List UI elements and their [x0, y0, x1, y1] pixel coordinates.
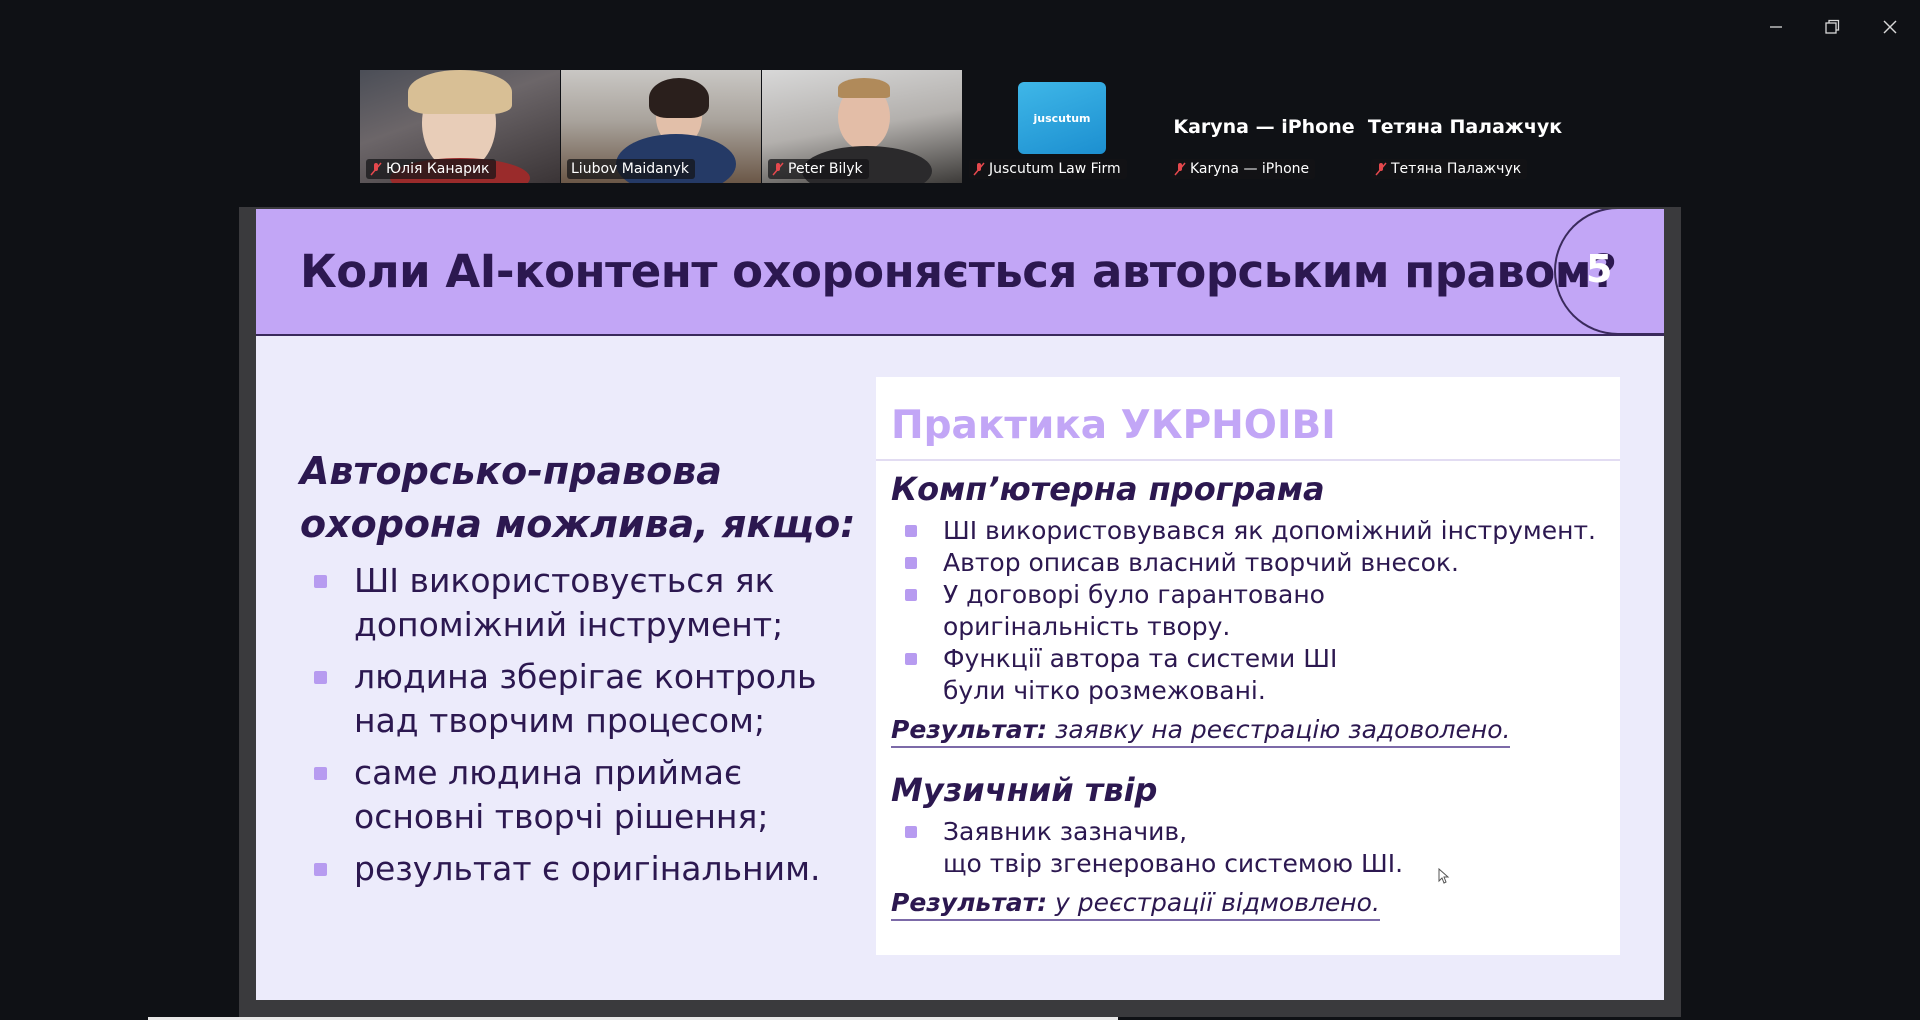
list-item: Автор описав власний творчий внесок.: [891, 547, 1611, 579]
participant-hair: [408, 70, 512, 114]
left-bullets: ШІ використовується як допоміжний інстру…: [300, 559, 860, 891]
list-item: Заявник зазначив, що твір згенеровано си…: [891, 816, 1611, 880]
muted-mic-icon: [973, 162, 985, 176]
muted-mic-icon: [772, 162, 784, 176]
section-bullets: ШІ використовувався як допоміжний інстру…: [891, 515, 1611, 707]
muted-mic-icon: [1174, 162, 1186, 176]
participant-tile[interactable]: Peter Bilyk: [762, 70, 962, 183]
participant-tile[interactable]: Liubov Maidanyk: [561, 70, 761, 183]
page-number: 5: [1586, 247, 1613, 291]
slide-title: Коли AI-контент охороняється авторським …: [300, 245, 1617, 298]
result-label: Результат:: [891, 715, 1048, 744]
list-item: ШІ використовувався як допоміжний інстру…: [891, 515, 1611, 547]
list-item: результат є оригінальним.: [300, 847, 860, 891]
section-title: Музичний твір: [891, 771, 1158, 809]
list-item: ШІ використовується як допоміжний інстру…: [300, 559, 860, 647]
participant-name: Тетяна Палажчук: [1391, 161, 1522, 177]
list-item: людина зберігає контроль над творчим про…: [300, 655, 860, 743]
participant-name: Peter Bilyk: [788, 161, 863, 177]
list-item: саме людина приймає основні творчі рішен…: [300, 751, 860, 839]
list-item: Функції автора та системи ШІ були чітко …: [891, 643, 1611, 707]
restore-button[interactable]: [1812, 10, 1852, 44]
participant-tile[interactable]: Karyna — iPhone Karyna — iPhone: [1164, 70, 1364, 183]
section-title: Комп’ютерна програма: [891, 470, 1325, 508]
participant-name: Liubov Maidanyk: [571, 161, 690, 177]
left-heading: Авторсько-правова охорона можлива, якщо:: [300, 449, 856, 546]
participant-name: Juscutum Law Firm: [989, 161, 1121, 177]
practice-card: Практика УКРНОІВІ Комп’ютерна програма Ш…: [876, 377, 1620, 955]
participant-name-tag: Liubov Maidanyk: [567, 159, 696, 179]
left-column: Авторсько-правова охорона можлива, якщо:…: [300, 445, 860, 899]
close-button[interactable]: [1870, 10, 1910, 44]
participant-tile[interactable]: juscutum Juscutum Law Firm: [963, 70, 1163, 183]
section-bullets: Заявник зазначив, що твір згенеровано си…: [891, 816, 1611, 880]
section-result: Результат: заявку на реєстрацію задоволе…: [891, 715, 1511, 748]
slide-header: Коли AI-контент охороняється авторським …: [256, 209, 1664, 336]
participant-strip: Юлія Канарик Liubov Maidanyk Peter Bilyk…: [360, 70, 1566, 183]
result-text: у реєстрації відмовлено.: [1047, 888, 1380, 917]
section-software: Комп’ютерна програма ШІ використовувався…: [891, 469, 1611, 748]
result-text: заявку на реєстрацію задоволено.: [1047, 715, 1511, 744]
list-item: У договорі було гарантовано оригінальніс…: [891, 579, 1611, 643]
participant-name-tag: Juscutum Law Firm: [969, 159, 1127, 179]
muted-mic-icon: [370, 162, 382, 176]
participant-tile[interactable]: Юлія Канарик: [360, 70, 560, 183]
section-result: Результат: у реєстрації відмовлено.: [891, 888, 1380, 921]
participant-tile[interactable]: Тетяна Палажчук Тетяна Палажчук: [1365, 70, 1565, 183]
juscutum-logo: juscutum: [1018, 82, 1106, 154]
participant-name: Karyna — iPhone: [1190, 161, 1310, 177]
participant-name-tag: Юлія Канарик: [366, 159, 496, 179]
minimize-button[interactable]: [1756, 10, 1796, 44]
participant-hair: [649, 78, 709, 118]
participant-name-tag: Peter Bilyk: [768, 159, 869, 179]
participant-display-name: Тетяна Палажчук: [1367, 116, 1563, 138]
participant-name-tag: Karyna — iPhone: [1170, 159, 1316, 179]
shared-slide: Коли AI-контент охороняється авторським …: [256, 209, 1664, 1000]
section-music: Музичний твір Заявник зазначив, що твір …: [891, 770, 1611, 921]
participant-hair: [838, 78, 890, 98]
participant-name: Юлія Канарик: [386, 161, 490, 177]
card-title: Практика УКРНОІВІ: [891, 403, 1336, 448]
muted-mic-icon: [1375, 162, 1387, 176]
close-icon: [1883, 20, 1897, 34]
divider: [876, 459, 1620, 461]
minimize-icon: [1770, 26, 1782, 28]
restore-icon: [1825, 19, 1840, 34]
result-label: Результат:: [891, 888, 1048, 917]
mouse-cursor-icon: [1438, 868, 1450, 884]
participant-display-name: Karyna — iPhone: [1173, 116, 1355, 138]
participant-name-tag: Тетяна Палажчук: [1371, 159, 1528, 179]
